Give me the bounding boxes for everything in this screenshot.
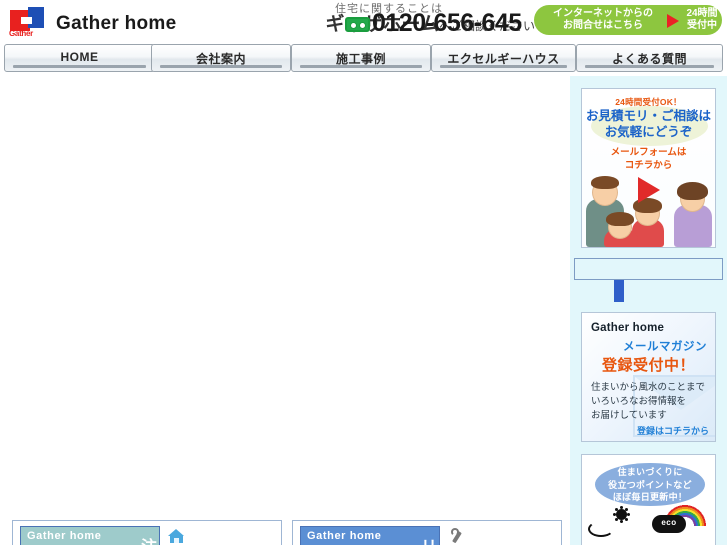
contact-banner-subtext: メールフォームは コチラから [582,146,715,172]
feature-band-title: Gather home [27,530,102,542]
net-banner-line-1: インターネットからの [553,8,653,19]
main-content-area: Gather home 注文住宅 Gather home リフォーム [0,76,570,545]
net-banner-left-text: インターネットからの お問合せはこちら [544,8,662,32]
blog-line-2: 役立つポイントなど [608,479,692,490]
feature-box-reform[interactable]: Gather home リフォーム [292,520,562,545]
feature-side-band: 注文住宅 [131,527,159,545]
nav-item-works[interactable]: 施工事例 [291,44,431,72]
blog-line-1: 住まいづくりに [617,467,683,477]
nav-label: HOME [60,50,99,64]
logo-mark-word: Gather [9,29,33,38]
magazine-cta-link[interactable]: 登録はコチラから [637,424,709,437]
gather-logo-mark-icon: Gather [8,6,50,38]
header-phone-number: 0120-656-645 [372,9,522,37]
main-navigation: HOME 会社案内 施工事例 エクセルギーハウス よくある質問 [0,44,727,74]
contact-banner-headline: お見積モリ・ご相談は お気軽にどうぞ [582,108,715,140]
eco-label: eco [661,518,677,527]
net-banner-line-2: お問合せはこちら [563,20,643,31]
contact-banner-headline-2: お気軽にどうぞ [604,125,693,139]
feature-thumbnail[interactable]: Gather home 注文住宅 [20,526,160,545]
feature-thumbnail[interactable]: Gather home リフォーム [300,526,440,545]
nav-item-exergy-house[interactable]: エクセルギーハウス [431,44,576,72]
net-banner-right-text: 24時間 受付中 [684,8,720,32]
feature-vertical-title: 注文住宅 [134,531,156,545]
net-banner-hours-2: 受付中 [687,20,717,31]
blog-banner[interactable]: 住まいづくりに 役立つポイントなど ほぼ毎日更新中！ eco [581,454,716,545]
feature-box-custom-home[interactable]: Gather home 注文住宅 [12,520,282,545]
sun-icon [616,509,627,520]
nav-item-company[interactable]: 会社案内 [151,44,291,72]
triangle-right-icon [638,177,660,203]
feature-vertical-title: リフォーム [414,531,436,545]
mail-magazine-banner[interactable]: Gather home メールマガジン 登録受付中！ 住まいから風水のことまで … [581,312,716,442]
internet-inquiry-banner[interactable]: インターネットからの お問合せはこちら 24時間 受付中 [534,5,722,35]
magazine-body: 住まいから風水のことまで いろいろなお得情報を お届けしています [591,381,705,423]
site-header: Gather Gather home 住宅に関することは ギャザホームへご相談く… [0,0,727,43]
page-root: Gather Gather home 住宅に関することは ギャザホームへご相談く… [0,0,727,545]
contact-form-banner[interactable]: 24時間受付OK！ お見積モリ・ご相談は お気軽にどうぞ メールフォームは コチ… [581,88,716,248]
magazine-brand: Gather home [591,322,665,334]
magazine-kicker: メールマガジン [623,341,707,353]
feature-side-band: リフォーム [411,527,439,545]
house-icon [168,527,185,544]
right-sidebar: 24時間受付OK！ お見積モリ・ご相談は お気軽にどうぞ メールフォームは コチ… [570,76,727,545]
eco-cloud-icon: eco [652,515,686,533]
nav-item-home[interactable]: HOME [4,44,155,72]
sidebar-search-input[interactable] [574,258,723,280]
nav-item-faq[interactable]: よくある質問 [576,44,723,72]
magazine-body-1: 住まいから風水のことまで [591,382,706,393]
blog-line-3: ほぼ毎日更新中！ [612,492,688,502]
sidebar-connector-bar [614,280,624,302]
triangle-right-icon [667,14,679,28]
logo-brand-text: Gather home [56,13,177,34]
freedial-icon [345,17,370,32]
wrench-icon [448,527,465,544]
contact-banner-headline-1: お見積モリ・ご相談は [585,109,711,123]
contact-banner-sub-1: メールフォームは [610,147,687,158]
wind-swirl-icon [588,521,614,537]
blog-banner-text: 住まいづくりに 役立つポイントなど ほぼ毎日更新中！ [595,466,705,504]
magazine-headline: 登録受付中！ [601,357,695,374]
net-banner-hours-1: 24時間 [686,8,718,19]
magazine-body-2: いろいろなお得情報を [591,396,687,407]
site-logo[interactable]: Gather Gather home [8,6,176,39]
magazine-body-3: お届けしています [591,410,667,421]
feature-band-title: Gather home [307,530,382,542]
